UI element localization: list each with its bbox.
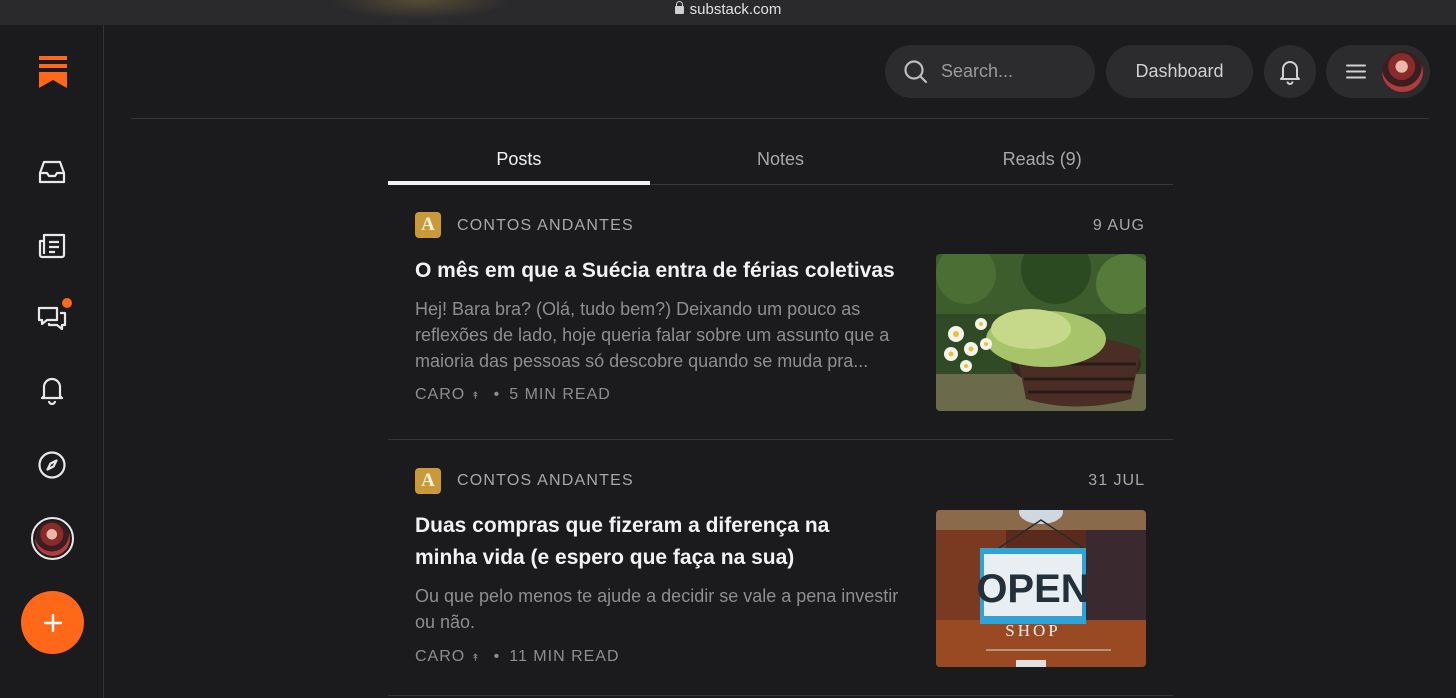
post-excerpt[interactable]: Ou que pelo menos te ajude a decidir se … — [415, 583, 915, 635]
bell-icon — [40, 377, 64, 405]
avatar — [1382, 51, 1423, 92]
sidebar-item-chat[interactable] — [32, 298, 72, 338]
plus-icon — [43, 613, 62, 632]
read-time: 11 MIN READ — [509, 648, 620, 665]
avatar-image — [35, 521, 70, 556]
document-icon — [38, 233, 66, 259]
post-author[interactable]: CARO — [415, 386, 465, 403]
post-item[interactable]: A CONTOS ANDANTES 31 JUL Duas compras qu… — [388, 440, 1173, 698]
bell-icon — [1280, 60, 1300, 85]
dashboard-button[interactable]: Dashboard — [1106, 45, 1253, 98]
inbox-icon — [38, 160, 66, 184]
sidebar-item-reader[interactable] — [32, 226, 72, 266]
post-item[interactable]: A CONTOS ANDANTES 9 AUG O mês em que a S… — [388, 185, 1173, 440]
sidebar-item-explore[interactable] — [32, 445, 72, 485]
post-divider — [388, 695, 1173, 696]
unread-badge — [62, 298, 72, 308]
meta-separator: • — [493, 648, 501, 665]
post-title[interactable]: O mês em que a Suécia entra de férias co… — [415, 255, 895, 287]
post-excerpt[interactable]: Hej! Bara bra? (Olá, tudo bem?) Deixando… — [415, 296, 915, 374]
post-date: 31 JUL — [1088, 472, 1145, 489]
avatar-image — [1382, 51, 1423, 92]
author-marker: ↟ — [471, 653, 481, 664]
search-icon — [904, 59, 928, 83]
sidebar-item-inbox[interactable] — [32, 152, 72, 192]
new-post-button[interactable] — [21, 591, 84, 654]
header-divider — [131, 118, 1429, 119]
browser-address-bar[interactable]: substack.com — [0, 0, 1456, 25]
author-marker: ↟ — [471, 391, 481, 402]
publication-logo-icon[interactable]: A — [415, 212, 441, 238]
open-sign-text: OPEN — [976, 567, 1089, 611]
post-meta: CARO ↟ • 5 MIN READ — [415, 386, 611, 404]
shop-sign-text: SHOP — [1005, 621, 1060, 640]
chat-icon — [37, 306, 67, 331]
url-display[interactable]: substack.com — [0, 1, 1456, 18]
open-shop-sign-image: OPEN SHOP — [936, 510, 1146, 667]
tab-reads[interactable]: Reads (9) — [911, 140, 1173, 184]
publication-name[interactable]: CONTOS ANDANTES — [457, 472, 634, 490]
tab-notes[interactable]: Notes — [650, 140, 912, 184]
post-thumbnail[interactable] — [936, 254, 1146, 411]
post-thumbnail[interactable]: OPEN SHOP — [936, 510, 1146, 667]
substack-logo-icon[interactable] — [39, 56, 67, 88]
search-input[interactable]: Search... — [885, 45, 1095, 98]
meta-separator: • — [493, 386, 501, 403]
post-meta: CARO ↟ • 11 MIN READ — [415, 648, 620, 666]
read-time: 5 MIN READ — [509, 386, 611, 403]
lock-icon — [674, 1, 684, 14]
menu-icon — [1346, 64, 1366, 79]
search-placeholder: Search... — [941, 61, 1014, 81]
sidebar-item-activity[interactable] — [32, 370, 72, 410]
publication-logo-icon[interactable]: A — [415, 468, 441, 494]
url-text: substack.com — [689, 1, 782, 18]
post-author[interactable]: CARO — [415, 648, 465, 665]
tab-posts[interactable]: Posts — [388, 140, 650, 185]
tabs: Posts Notes Reads (9) — [388, 140, 1173, 185]
sidebar — [0, 25, 104, 698]
post-date: 9 AUG — [1092, 217, 1145, 234]
publication-name[interactable]: CONTOS ANDANTES — [457, 217, 634, 235]
compass-icon — [38, 451, 66, 479]
post-title[interactable]: Duas compras que fizeram a diferença na … — [415, 510, 895, 574]
sidebar-profile-avatar[interactable] — [31, 517, 74, 560]
notifications-button[interactable] — [1264, 45, 1316, 98]
flower-basket-image — [936, 254, 1146, 411]
account-menu-button[interactable] — [1326, 45, 1430, 98]
